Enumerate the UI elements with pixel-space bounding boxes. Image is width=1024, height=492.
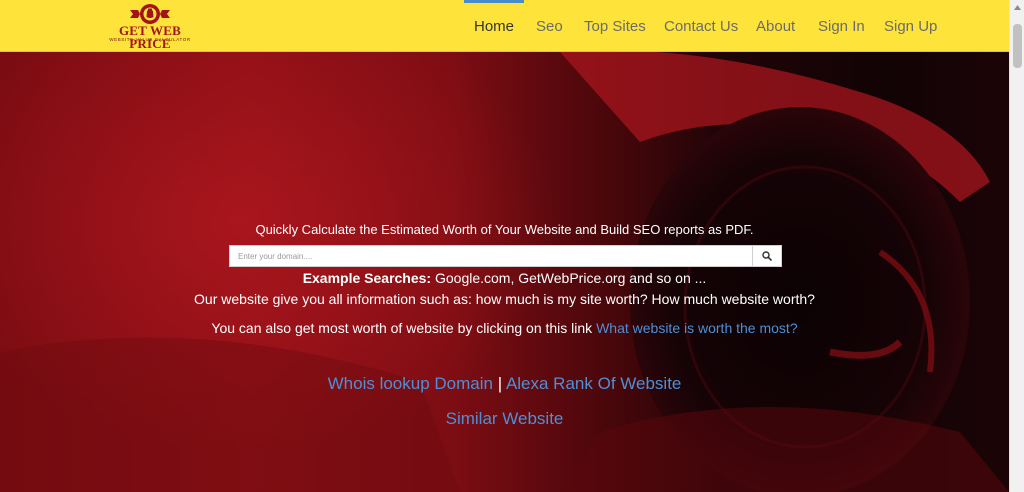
nav-contact-us[interactable]: Contact Us <box>664 0 738 52</box>
domain-search-form <box>229 245 782 267</box>
most-worth-link[interactable]: What website is worth the most? <box>596 320 798 336</box>
navbar: GET WEB PRICE WEBSITE VALUE CALCULATOR H… <box>0 0 1009 52</box>
hero-content: Quickly Calculate the Estimated Worth of… <box>0 52 1009 492</box>
nav-seo[interactable]: Seo <box>536 0 563 52</box>
search-button[interactable] <box>752 245 782 267</box>
hero-headline: Quickly Calculate the Estimated Worth of… <box>255 222 754 237</box>
search-icon <box>762 251 772 261</box>
main-nav: Home Seo Top Sites Contact Us About Sign… <box>0 0 1009 52</box>
example-searches-label: Example Searches: <box>302 270 432 286</box>
hero-section: Quickly Calculate the Estimated Worth of… <box>0 52 1009 492</box>
info-text: Our website give you all information suc… <box>194 291 815 307</box>
alexa-rank-link[interactable]: Alexa Rank Of Website <box>506 374 681 393</box>
most-worth-prefix: You can also get most worth of website b… <box>211 320 597 336</box>
scrollbar-thumb[interactable] <box>1013 24 1022 68</box>
tool-links-row-2: Similar Website <box>0 409 1009 429</box>
whois-lookup-link[interactable]: Whois lookup Domain <box>328 374 493 393</box>
nav-top-sites[interactable]: Top Sites <box>584 0 646 52</box>
example-searches-text: Google.com, GetWebPrice.org and so on ..… <box>431 270 707 286</box>
nav-sign-in[interactable]: Sign In <box>818 0 865 52</box>
nav-sign-up[interactable]: Sign Up <box>884 0 937 52</box>
nav-about[interactable]: About <box>756 0 795 52</box>
domain-search-input[interactable] <box>229 245 752 267</box>
tool-separator: | <box>497 374 503 393</box>
page-scrollbar[interactable] <box>1009 0 1024 492</box>
tool-links-row: Whois lookup Domain | Alexa Rank Of Webs… <box>0 374 1009 394</box>
example-searches: Example Searches: Google.com, GetWebPric… <box>0 270 1009 286</box>
most-worth-line: You can also get most worth of website b… <box>0 320 1009 336</box>
nav-home[interactable]: Home <box>463 0 525 52</box>
similar-website-link[interactable]: Similar Website <box>446 409 564 428</box>
scroll-up-arrow-icon[interactable] <box>1010 0 1024 15</box>
